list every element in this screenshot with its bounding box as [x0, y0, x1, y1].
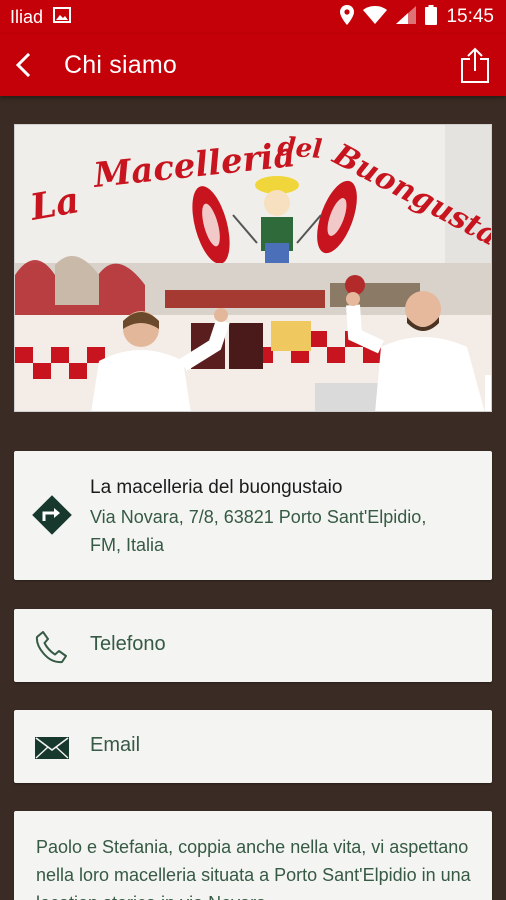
status-bar: Iliad 15:45: [0, 0, 506, 34]
carrier-label: Iliad: [10, 6, 44, 27]
phone-label: Telefono: [90, 633, 166, 655]
email-label: Email: [90, 734, 141, 756]
battery-icon: [425, 4, 438, 30]
content-area: La Macelleria del Buongustaio La macelle…: [0, 96, 506, 900]
phone-card[interactable]: Telefono: [14, 609, 492, 682]
svg-text:La: La: [26, 179, 82, 229]
description-text: Paolo e Stefania, coppia anche nella vit…: [36, 837, 471, 900]
app-bar: Chi siamo: [0, 34, 506, 96]
directions-icon[interactable]: [32, 495, 72, 540]
business-name: La macelleria del buongustaio: [90, 477, 343, 498]
address-card[interactable]: La macelleria del buongustaio Via Novara…: [14, 451, 492, 580]
shop-photo: La Macelleria del Buongustaio: [14, 124, 492, 412]
description-card: Paolo e Stefania, coppia anche nella vit…: [14, 811, 492, 900]
signal-icon: [396, 5, 417, 29]
location-icon: [340, 4, 355, 30]
email-card[interactable]: Email: [14, 710, 492, 783]
svg-text:del: del: [277, 132, 324, 165]
share-button[interactable]: [456, 45, 494, 85]
image-notification-icon: [53, 6, 72, 28]
wifi-icon: [363, 5, 388, 29]
address-line-1: Via Novara, 7/8, 63821 Porto Sant'Elpidi…: [90, 507, 427, 527]
clock: 15:45: [446, 6, 494, 27]
share-icon: [461, 47, 489, 83]
back-button[interactable]: [4, 45, 42, 85]
arrow-left-icon: [15, 53, 31, 77]
page-title: Chi siamo: [64, 50, 177, 79]
phone-icon: [34, 629, 70, 670]
address-line-2: FM, Italia: [90, 535, 165, 555]
envelope-icon: [34, 730, 70, 771]
